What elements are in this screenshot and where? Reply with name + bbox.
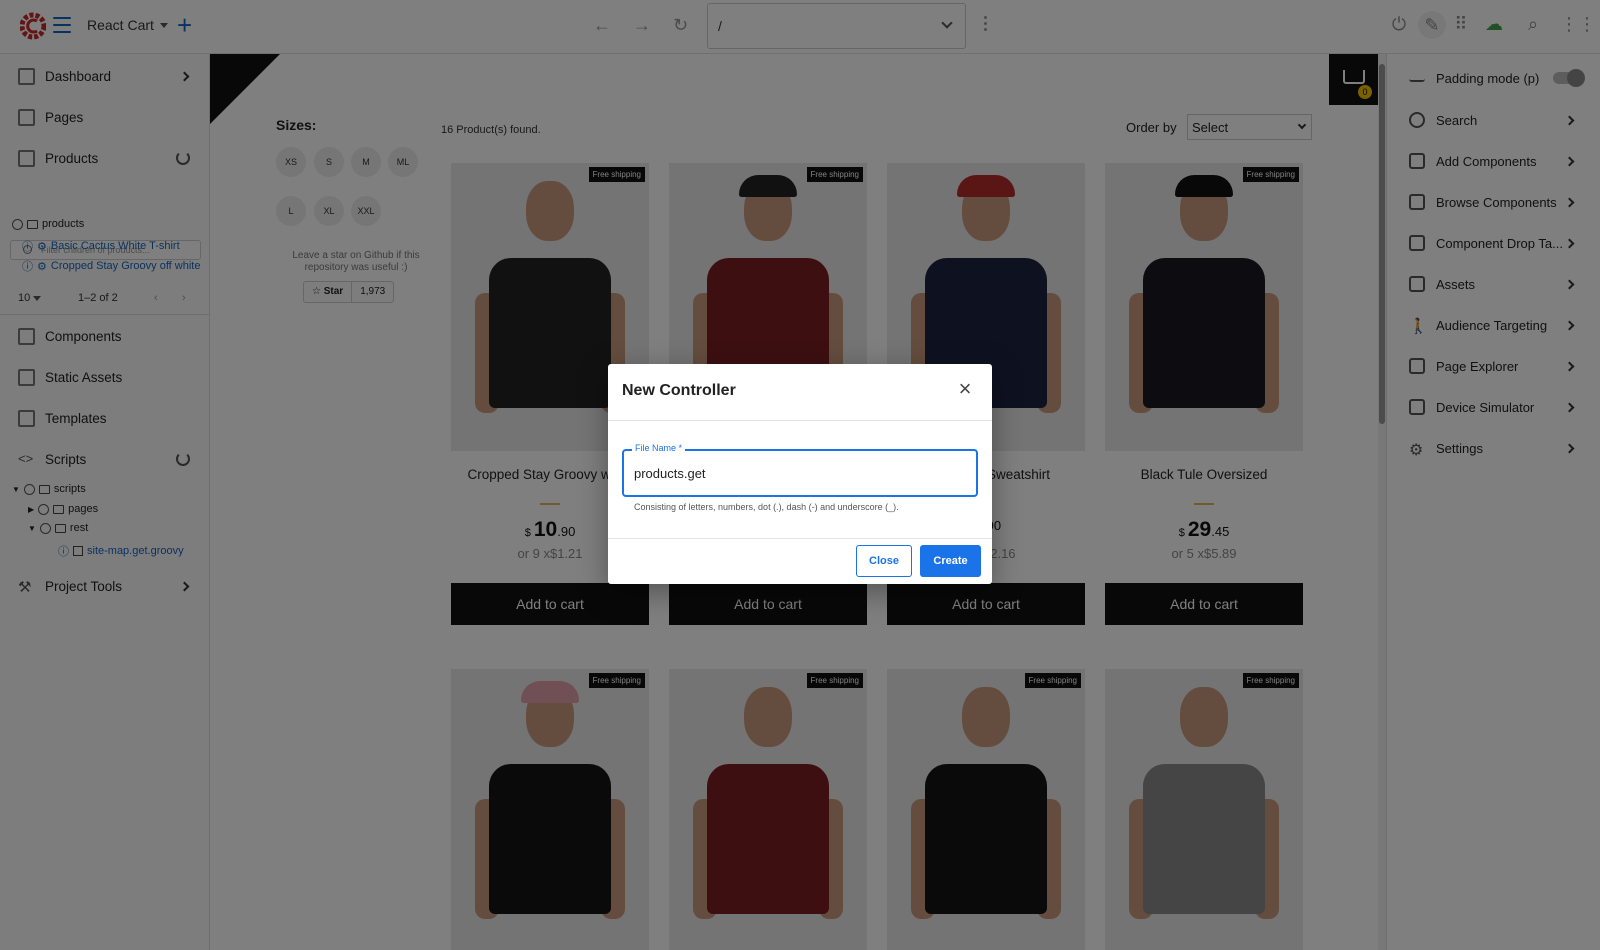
create-button[interactable]: Create — [920, 545, 981, 577]
file-name-label: File Name * — [632, 443, 686, 453]
file-name-hint: Consisting of letters, numbers, dot (.),… — [634, 502, 899, 512]
close-button[interactable]: Close — [856, 545, 912, 577]
close-icon[interactable]: × — [956, 378, 974, 400]
divider — [608, 420, 992, 421]
new-controller-dialog: New Controller × File Name * products.ge… — [608, 364, 992, 584]
dialog-title: New Controller — [622, 382, 736, 399]
file-name-field[interactable]: File Name * products.get — [622, 443, 978, 497]
app-root: React Cart + ← → ↻ / ⏻ ✎ ⠿ ☁ ⌕ ⋮⋮ Dashbo… — [0, 0, 1600, 950]
divider — [608, 538, 992, 539]
file-name-value[interactable]: products.get — [634, 466, 706, 481]
